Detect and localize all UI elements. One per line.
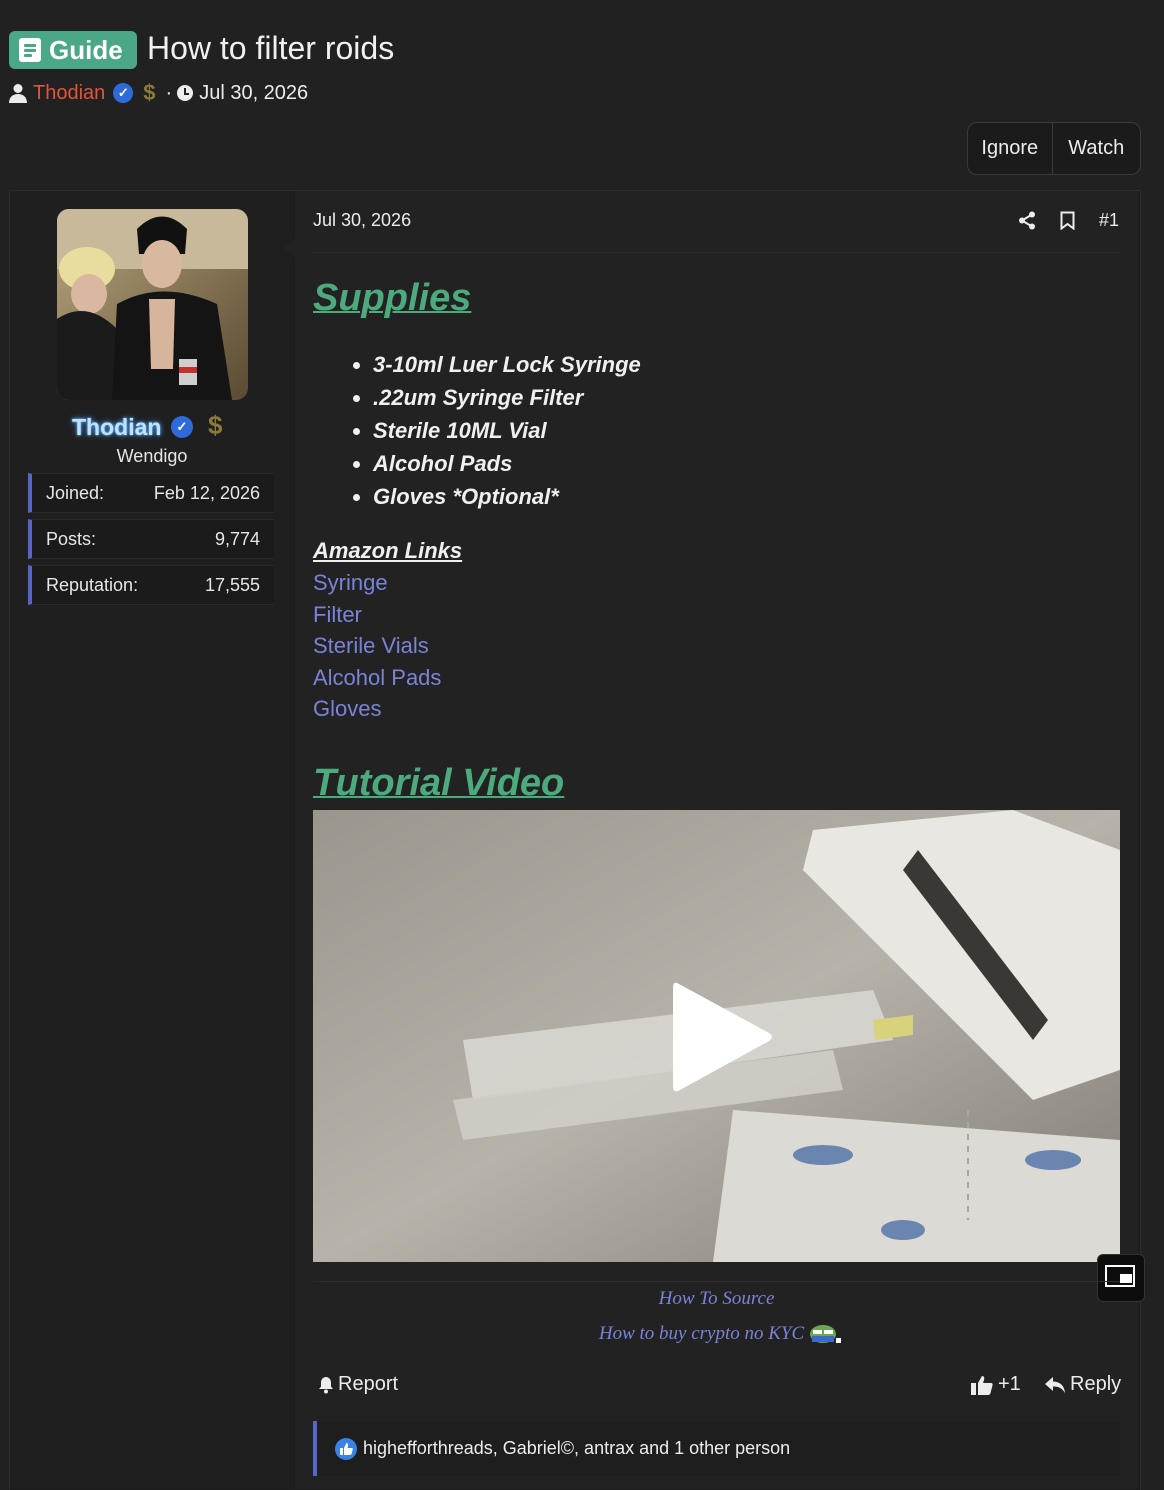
link-sterile-vials[interactable]: Sterile Vials: [313, 633, 429, 659]
watch-button[interactable]: Watch: [1053, 123, 1140, 174]
pepe-emoji-icon: [810, 1325, 841, 1343]
report-label: Report: [338, 1373, 399, 1395]
like-button[interactable]: +1: [971, 1373, 1021, 1396]
divider: [313, 1281, 1120, 1282]
stat-posts: Posts: 9,774: [28, 519, 274, 559]
stat-value: Feb 12, 2026: [153, 482, 260, 503]
tutorial-video-heading: Tutorial Video: [313, 762, 565, 804]
link-buy-crypto[interactable]: How to buy crypto no KYC: [313, 1323, 1120, 1345]
prefix-badge[interactable]: Guide: [9, 31, 137, 69]
stat-value: 9,774: [214, 528, 260, 549]
thread-title: How to filter roids: [147, 30, 395, 66]
content-arrow: [283, 238, 295, 258]
video-player[interactable]: [313, 810, 1120, 1262]
supplies-list: 3-10ml Luer Lock Syringe .22um Syringe F…: [313, 348, 641, 513]
dollar-icon: $: [208, 410, 223, 440]
bookmark-icon[interactable]: [1060, 211, 1075, 230]
reactions-text[interactable]: highefforthreads, Gabriel©, antrax and 1…: [363, 1438, 790, 1459]
stat-reputation: Reputation: 17,555: [28, 565, 274, 605]
like-icon: [335, 1437, 357, 1460]
prefix-label: Guide: [49, 34, 123, 65]
list-item: Alcohol Pads: [373, 447, 641, 480]
reply-icon: [1045, 1376, 1065, 1393]
list-item: 3-10ml Luer Lock Syringe: [373, 348, 641, 381]
divider: [313, 252, 1120, 253]
book-icon: [19, 38, 41, 62]
author-link[interactable]: Thodian: [33, 82, 105, 105]
thread-action-buttons: Ignore Watch: [967, 122, 1141, 175]
thumbs-up-icon: [971, 1375, 993, 1395]
link-gloves[interactable]: Gloves: [313, 696, 381, 722]
verified-icon: ✓: [113, 83, 134, 103]
reply-button[interactable]: Reply: [1045, 1373, 1121, 1396]
avatar[interactable]: [57, 209, 248, 400]
amazon-links-heading: Amazon Links: [313, 538, 463, 563]
post-number[interactable]: #1: [1099, 210, 1119, 231]
list-item: Gloves *Optional*: [373, 480, 641, 513]
play-icon[interactable]: [671, 978, 775, 1096]
thread-meta: Thodian ✓ $ · Jul 30, 2026: [9, 80, 308, 106]
reply-label: Reply: [1070, 1373, 1122, 1395]
user-title: Wendigo: [116, 446, 188, 466]
link-filter[interactable]: Filter: [313, 602, 362, 628]
avatar-image: [57, 209, 248, 400]
dollar-icon: $: [143, 80, 156, 105]
list-item: .22um Syringe Filter: [373, 381, 641, 414]
post-date[interactable]: Jul 30, 2026: [313, 210, 411, 231]
verified-icon: ✓: [171, 416, 193, 438]
report-button[interactable]: Report: [318, 1373, 398, 1396]
username[interactable]: Thodian: [72, 414, 161, 441]
stat-joined: Joined: Feb 12, 2026: [28, 473, 274, 513]
thread-date[interactable]: Jul 30, 2026: [199, 82, 308, 105]
share-icon[interactable]: [1018, 211, 1036, 230]
list-item: Sterile 10ML Vial: [373, 414, 641, 447]
user-icon: [9, 84, 27, 103]
stat-label: Reputation:: [46, 574, 139, 595]
reaction-count: +1: [998, 1373, 1021, 1395]
clock-icon: [177, 85, 194, 101]
bell-icon: [319, 1376, 333, 1393]
stat-label: Joined:: [46, 482, 105, 503]
supplies-heading: Supplies: [313, 277, 472, 319]
link-alcohol-pads[interactable]: Alcohol Pads: [313, 665, 441, 691]
stat-value: 17,555: [204, 574, 260, 595]
link-syringe[interactable]: Syringe: [313, 570, 388, 596]
stat-label: Posts:: [46, 528, 97, 549]
meta-separator: ·: [165, 81, 173, 104]
reactions-bar[interactable]: highefforthreads, Gabriel©, antrax and 1…: [313, 1421, 1120, 1476]
ignore-button[interactable]: Ignore: [968, 123, 1053, 174]
link-how-to-source[interactable]: How To Source: [313, 1288, 1120, 1310]
